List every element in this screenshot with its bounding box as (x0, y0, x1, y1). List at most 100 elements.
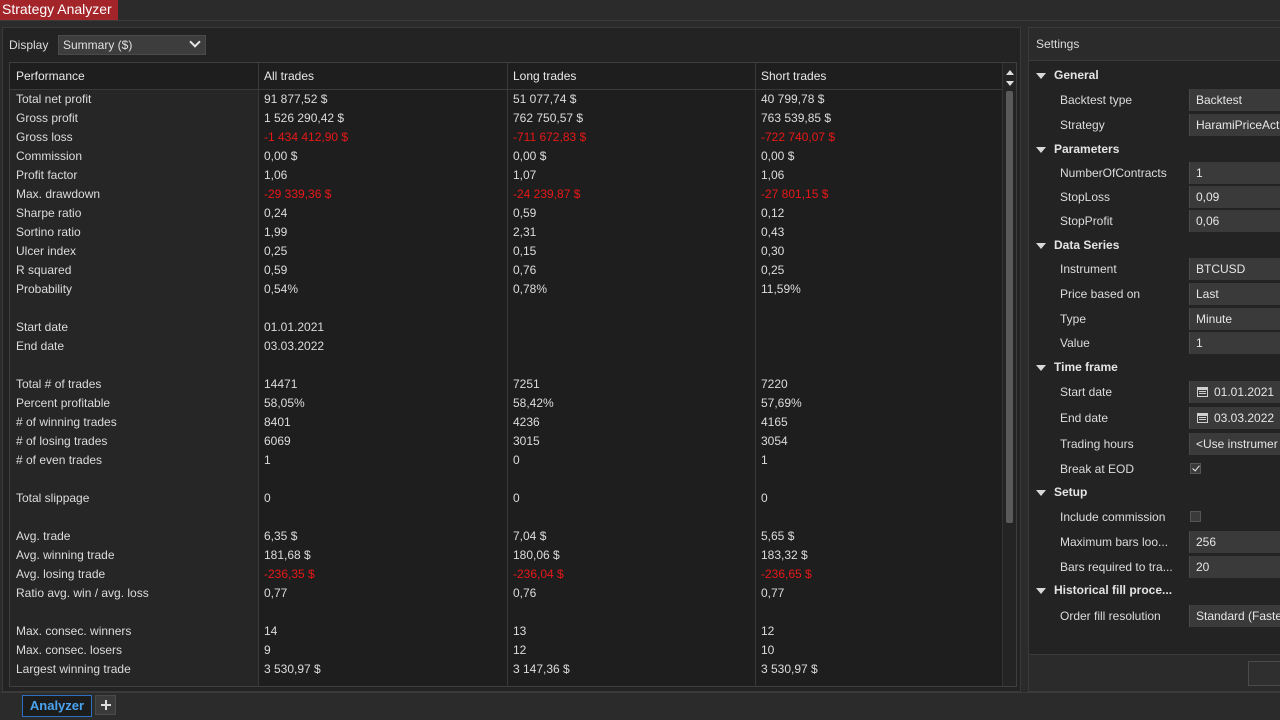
section-historical-fill[interactable]: Historical fill proce... (1029, 579, 1280, 601)
table-row[interactable]: Avg. winning trade 181,68 $ 180,06 $ 183,32… (10, 546, 1002, 565)
settings-title: Settings (1036, 37, 1080, 51)
row-label: Max. consec. losers (16, 643, 123, 657)
value-input[interactable]: 1 (1189, 332, 1280, 354)
cell-long-trades: 12 (513, 643, 527, 657)
table-row[interactable]: Ulcer index 0,25 0,15 0,30 (10, 242, 1002, 261)
bars-required-input[interactable]: 20 (1189, 556, 1280, 578)
stopprofit-input[interactable]: 0,06 (1189, 210, 1280, 232)
table-row[interactable]: Ratio avg. win / avg. loss 0,77 0,76 0,77 (10, 584, 1002, 603)
header-long-trades[interactable]: Long trades (507, 63, 576, 90)
table-row[interactable] (10, 299, 1002, 318)
table-row[interactable]: # of losing trades 6069 3015 3054 (10, 432, 1002, 451)
scrollbar-thumb[interactable] (1006, 91, 1013, 523)
row-label: Avg. winning trade (16, 548, 115, 562)
order-fill-resolution-select[interactable]: Standard (Faste (1189, 605, 1280, 627)
table-row[interactable]: Avg. losing trade -236,35 $ -236,04 $ -236,… (10, 565, 1002, 584)
table-row[interactable]: Gross loss -1 434 412,90 $ -711 672,83 $ -7… (10, 128, 1002, 147)
cell-long-trades: 3 147,36 $ (513, 662, 570, 676)
table-row[interactable]: Gross profit 1 526 290,42 $ 762 750,57 $ 76… (10, 109, 1002, 128)
calendar-icon[interactable] (1197, 387, 1208, 397)
cell-all-trades: 1 (264, 453, 271, 467)
prop-trading-hours: Trading hours <Use instrumer (1029, 432, 1280, 456)
window-title-tab[interactable]: Strategy Analyzer (0, 0, 118, 20)
cell-all-trades: 91 877,52 $ (264, 92, 328, 106)
collapse-triangle-icon[interactable] (1036, 490, 1046, 496)
table-row[interactable]: Start date 01.01.2021 (10, 318, 1002, 337)
cell-short-trades: 4165 (761, 415, 788, 429)
stoploss-input[interactable]: 0,09 (1189, 186, 1280, 208)
section-data-series[interactable]: Data Series (1029, 234, 1280, 256)
price-based-on-select[interactable]: Last (1189, 283, 1280, 305)
table-row[interactable] (10, 470, 1002, 489)
header-performance[interactable]: Performance (10, 63, 85, 90)
start-date-picker[interactable]: 01.01.2021 (1189, 381, 1280, 403)
display-select[interactable]: Summary ($) (58, 35, 206, 55)
run-button[interactable] (1248, 661, 1280, 686)
maximum-bars-input[interactable]: 256 (1189, 531, 1280, 553)
row-label: Profit factor (16, 168, 78, 182)
section-parameters[interactable]: Parameters (1029, 138, 1280, 160)
table-row[interactable]: Total # of trades 14471 7251 7220 (10, 375, 1002, 394)
prop-number-of-contracts: NumberOfContracts 1 (1029, 161, 1280, 185)
cell-all-trades: 6,35 $ (264, 529, 298, 543)
strategy-select[interactable]: HaramiPriceAct (1189, 114, 1280, 136)
row-label: Start date (16, 320, 69, 334)
table-row[interactable]: Total net profit 91 877,52 $ 51 077,74 $ 40… (10, 90, 1002, 109)
calendar-icon[interactable] (1197, 413, 1208, 423)
table-row[interactable]: # of winning trades 8401 4236 4165 (10, 413, 1002, 432)
table-row[interactable]: Max. consec. winners 14 13 12 (10, 622, 1002, 641)
prop-label: End date (1060, 411, 1109, 425)
table-row[interactable]: R squared 0,59 0,76 0,25 (10, 261, 1002, 280)
header-all-trades[interactable]: All trades (258, 63, 314, 90)
scroll-up-icon[interactable] (1006, 70, 1014, 75)
table-row[interactable]: Avg. trade 6,35 $ 7,04 $ 5,65 $ (10, 527, 1002, 546)
table-row[interactable]: Total slippage 0 0 0 (10, 489, 1002, 508)
vertical-scrollbar[interactable] (1002, 63, 1016, 686)
table-row[interactable]: Sharpe ratio 0,24 0,59 0,12 (10, 204, 1002, 223)
cell-all-trades: 0,24 (264, 206, 288, 220)
cell-all-trades: 1,06 (264, 168, 288, 182)
cell-all-trades: 8401 (264, 415, 291, 429)
table-row[interactable]: End date 03.03.2022 (10, 337, 1002, 356)
prop-label: Backtest type (1060, 93, 1133, 107)
collapse-triangle-icon[interactable] (1036, 365, 1046, 371)
include-commission-checkbox[interactable] (1190, 511, 1201, 522)
collapse-triangle-icon[interactable] (1036, 588, 1046, 594)
collapse-triangle-icon[interactable] (1036, 73, 1046, 79)
table-row[interactable]: Profit factor 1,06 1,07 1,06 (10, 166, 1002, 185)
backtest-type-select[interactable]: Backtest (1189, 89, 1280, 111)
trading-hours-select[interactable]: <Use instrumer (1189, 433, 1280, 455)
table-row[interactable] (10, 508, 1002, 527)
add-tab-icon[interactable] (95, 695, 116, 715)
section-general[interactable]: General (1029, 64, 1280, 86)
table-row[interactable]: # of even trades 1 0 1 (10, 451, 1002, 470)
row-label: Total # of trades (16, 377, 102, 391)
table-row[interactable]: Percent profitable 58,05% 58,42% 57,69% (10, 394, 1002, 413)
table-row[interactable] (10, 356, 1002, 375)
section-setup[interactable]: Setup (1029, 481, 1280, 503)
contracts-input[interactable]: 1 (1189, 162, 1280, 184)
end-date-picker[interactable]: 03.03.2022 (1189, 407, 1280, 429)
cell-long-trades: 0 (513, 491, 520, 505)
header-short-trades[interactable]: Short trades (755, 63, 826, 90)
type-select[interactable]: Minute (1189, 308, 1280, 330)
table-row[interactable]: Commission 0,00 $ 0,00 $ 0,00 $ (10, 147, 1002, 166)
tab-analyzer[interactable]: Analyzer (22, 695, 92, 717)
cell-long-trades: 180,06 $ (513, 548, 560, 562)
break-at-eod-checkbox[interactable] (1190, 463, 1201, 474)
table-row[interactable]: Sortino ratio 1,99 2,31 0,43 (10, 223, 1002, 242)
table-row[interactable]: Largest winning trade 3 530,97 $ 3 147,36 … (10, 660, 1002, 679)
end-date-value: 03.03.2022 (1214, 411, 1275, 425)
scroll-down-icon[interactable] (1006, 81, 1014, 86)
table-row[interactable]: Max. consec. losers 9 12 10 (10, 641, 1002, 660)
table-row[interactable] (10, 603, 1002, 622)
section-time-frame[interactable]: Time frame (1029, 356, 1280, 378)
collapse-triangle-icon[interactable] (1036, 147, 1046, 153)
cell-all-trades: 9 (264, 643, 271, 657)
table-row[interactable]: Probability 0,54% 0,78% 11,59% (10, 280, 1002, 299)
cell-long-trades: 4236 (513, 415, 540, 429)
instrument-select[interactable]: BTCUSD (1189, 258, 1280, 280)
collapse-triangle-icon[interactable] (1036, 243, 1046, 249)
table-row[interactable]: Max. drawdown -29 339,36 $ -24 239,87 $ -27… (10, 185, 1002, 204)
cell-long-trades: -236,04 $ (513, 567, 564, 581)
